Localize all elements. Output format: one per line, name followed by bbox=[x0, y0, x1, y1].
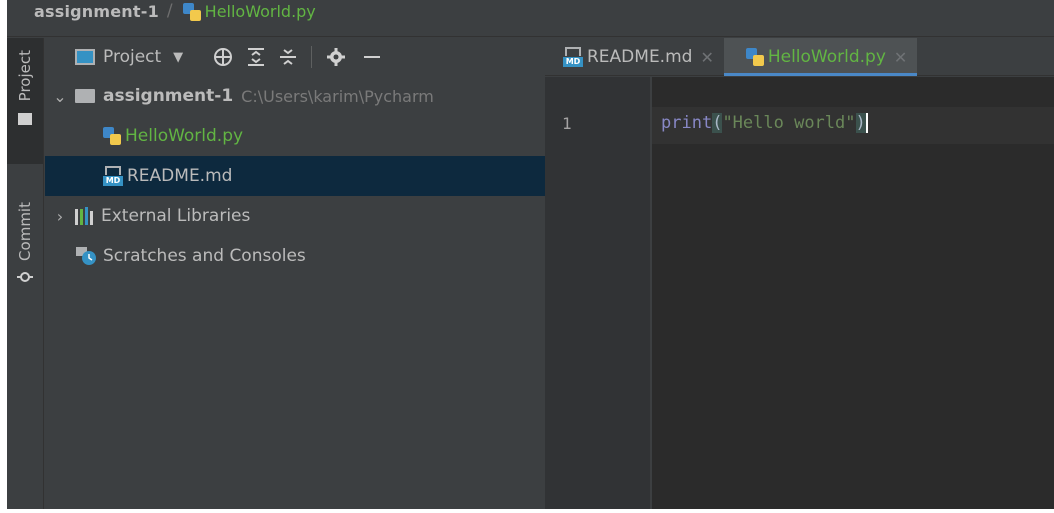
toolbar-divider bbox=[311, 46, 313, 68]
editor-tab-bar: MD README.md ✕ HelloWorld.py ✕ bbox=[545, 38, 1054, 76]
breadcrumb-root[interactable]: assignment-1 bbox=[34, 2, 159, 21]
scratches-icon bbox=[76, 247, 96, 265]
project-tool-button[interactable]: Project bbox=[7, 38, 43, 164]
tree-item-label: Scratches and Consoles bbox=[103, 246, 306, 266]
commit-icon bbox=[17, 271, 33, 282]
folder-icon bbox=[75, 89, 95, 103]
project-tool-label: Project bbox=[16, 50, 34, 102]
tab-helloworld[interactable]: HelloWorld.py ✕ bbox=[723, 38, 918, 76]
line-number-gutter: 1 bbox=[545, 77, 651, 509]
tree-row-root[interactable]: ⌄ assignment-1 C:\Users\karim\Pycharm bbox=[45, 76, 545, 116]
tree-item-label: README.md bbox=[127, 166, 233, 186]
code-function: print bbox=[661, 113, 713, 133]
root-folder-name: assignment-1 bbox=[103, 86, 234, 106]
breadcrumb: assignment-1 / HelloWorld.py bbox=[7, 0, 1054, 37]
project-panel: Project ▼ ⌄ assignment-1 C:\Users\karim\… bbox=[45, 38, 545, 509]
code-line[interactable]: print("Hello world") bbox=[661, 113, 868, 133]
tree-item-label: External Libraries bbox=[101, 206, 251, 226]
commit-tool-button[interactable]: Commit bbox=[7, 202, 43, 322]
libraries-icon bbox=[75, 207, 93, 225]
expand-all-icon[interactable] bbox=[247, 47, 265, 67]
markdown-file-icon: MD bbox=[563, 47, 583, 67]
project-view-label: Project bbox=[103, 47, 162, 67]
tree-row-external-libraries[interactable]: › External Libraries bbox=[45, 196, 545, 236]
hide-panel-icon[interactable] bbox=[364, 56, 381, 58]
locate-icon[interactable] bbox=[213, 47, 233, 67]
root-folder-path: C:\Users\karim\Pycharm bbox=[241, 86, 434, 106]
tool-window-strip: Project Commit bbox=[7, 38, 44, 509]
breadcrumb-separator: / bbox=[166, 1, 173, 21]
chevron-right-icon[interactable]: › bbox=[45, 207, 75, 226]
python-file-icon bbox=[745, 48, 764, 66]
close-icon[interactable]: ✕ bbox=[700, 48, 713, 67]
tree-item-label: HelloWorld.py bbox=[125, 126, 244, 146]
ide-window: assignment-1 / HelloWorld.py Project Com… bbox=[7, 0, 1054, 509]
python-file-icon bbox=[182, 2, 201, 21]
line-number: 1 bbox=[562, 114, 572, 133]
breadcrumb-file[interactable]: HelloWorld.py bbox=[182, 2, 316, 21]
tab-label: README.md bbox=[587, 47, 693, 67]
tab-readme[interactable]: MD README.md ✕ bbox=[545, 38, 724, 76]
dropdown-arrow-icon: ▼ bbox=[173, 49, 184, 65]
project-toolbar: Project ▼ bbox=[45, 38, 545, 76]
tree-row-helloworld[interactable]: HelloWorld.py bbox=[45, 116, 545, 156]
commit-tool-label: Commit bbox=[16, 202, 34, 261]
tab-label: HelloWorld.py bbox=[767, 47, 886, 67]
project-tree: ⌄ assignment-1 C:\Users\karim\Pycharm He… bbox=[45, 76, 545, 276]
markdown-file-icon: MD bbox=[103, 166, 123, 186]
tree-row-readme[interactable]: MD README.md bbox=[45, 156, 545, 196]
code-close-paren: ) bbox=[855, 113, 868, 133]
close-icon[interactable]: ✕ bbox=[894, 48, 907, 67]
tree-row-scratches[interactable]: Scratches and Consoles bbox=[45, 236, 545, 276]
chevron-down-icon[interactable]: ⌄ bbox=[45, 87, 75, 106]
code-open-paren: ( bbox=[712, 113, 723, 133]
project-view-icon bbox=[75, 49, 95, 65]
code-string: "Hello world" bbox=[722, 113, 856, 133]
folder-icon bbox=[18, 113, 32, 126]
project-view-selector[interactable]: Project ▼ bbox=[75, 47, 183, 67]
gear-icon[interactable] bbox=[326, 47, 346, 67]
breadcrumb-file-label: HelloWorld.py bbox=[204, 2, 316, 21]
collapse-all-icon[interactable] bbox=[279, 47, 297, 67]
code-editor[interactable]: print("Hello world") bbox=[652, 77, 1054, 509]
python-file-icon bbox=[103, 127, 121, 145]
